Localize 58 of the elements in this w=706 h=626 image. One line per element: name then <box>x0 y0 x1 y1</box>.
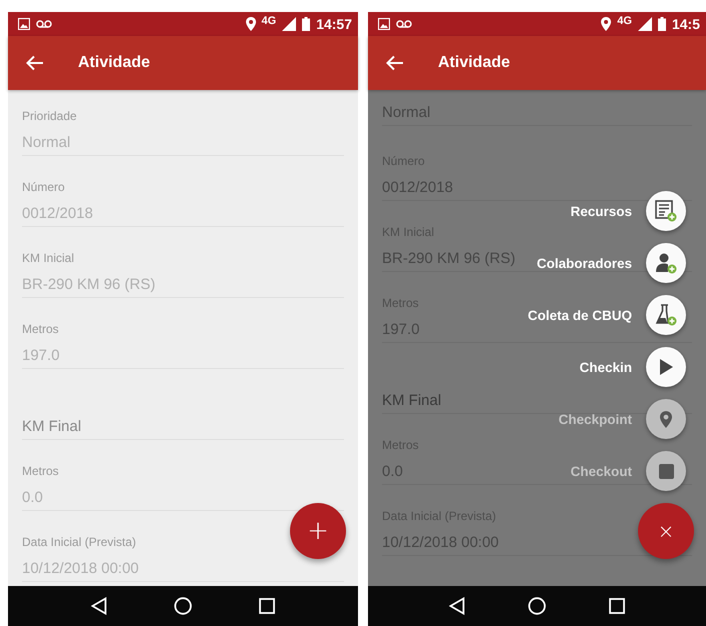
field-label: Metros <box>22 464 59 478</box>
back-arrow-icon <box>386 55 404 71</box>
location-icon <box>660 410 672 428</box>
back-icon[interactable] <box>449 597 466 615</box>
input-field[interactable]: BR-290 KM 96 (RS) <box>22 272 156 297</box>
input-field[interactable]: KM Final <box>382 388 442 413</box>
image-icon <box>378 18 390 30</box>
person-add-icon <box>655 252 677 274</box>
field-label: Data Inicial (Prevista) <box>22 535 136 549</box>
menu-label: Colaboradores <box>536 256 632 270</box>
clock-time: 14:57 <box>316 16 352 32</box>
mini-fab-button[interactable] <box>646 347 686 387</box>
network-type: 4G <box>617 15 632 27</box>
fab-button[interactable]: + <box>290 503 346 559</box>
menu-label: Checkpoint <box>558 412 632 426</box>
menu-label: Checkin <box>579 360 632 374</box>
network-type: 4G <box>262 15 276 27</box>
signal-icon <box>282 17 296 31</box>
menu-label: Coleta de CBUQ <box>528 308 632 322</box>
signal-icon <box>638 17 652 31</box>
field-label: KM Inicial <box>22 251 74 265</box>
mini-fab-button[interactable] <box>646 295 686 335</box>
screen-title: Atividade <box>78 54 150 72</box>
location-icon <box>246 17 256 31</box>
back-arrow-icon <box>26 55 44 71</box>
home-icon[interactable] <box>528 597 546 615</box>
flask-add-icon <box>655 304 677 326</box>
back-icon[interactable] <box>91 597 108 615</box>
image-icon <box>18 18 30 30</box>
clock-time: 14:5 <box>672 16 700 32</box>
list-add-icon <box>655 200 677 222</box>
input-field[interactable]: KM Final <box>22 414 82 439</box>
input-field[interactable]: 0012/2018 <box>22 201 93 226</box>
mini-fab-button[interactable] <box>646 191 686 231</box>
voicemail-icon <box>36 19 52 29</box>
mini-fab-button[interactable] <box>646 243 686 283</box>
input-field[interactable]: 0.0 <box>22 485 43 510</box>
menu-label: Checkout <box>570 464 632 478</box>
input-field[interactable]: 10/12/2018 00:00 <box>22 556 139 581</box>
home-icon[interactable] <box>174 597 192 615</box>
stop-icon <box>658 464 674 478</box>
menu-label: Recursos <box>570 204 632 218</box>
battery-icon <box>658 17 666 31</box>
battery-icon <box>302 17 310 31</box>
input-field[interactable]: 197.0 <box>22 343 60 368</box>
field-label: Metros <box>22 322 59 336</box>
screen-title: Atividade <box>438 54 510 72</box>
input-field[interactable]: Normal <box>22 130 70 155</box>
recent-apps-icon[interactable] <box>608 598 625 614</box>
voicemail-icon <box>396 19 412 29</box>
recent-apps-icon[interactable] <box>258 598 275 614</box>
field-label: Número <box>22 180 65 194</box>
fab-button[interactable]: × <box>638 503 694 559</box>
field-label: Prioridade <box>22 109 77 123</box>
mini-fab-button[interactable] <box>646 451 686 491</box>
mini-fab-button[interactable] <box>646 399 686 439</box>
location-icon <box>601 17 612 31</box>
play-icon <box>659 359 673 375</box>
